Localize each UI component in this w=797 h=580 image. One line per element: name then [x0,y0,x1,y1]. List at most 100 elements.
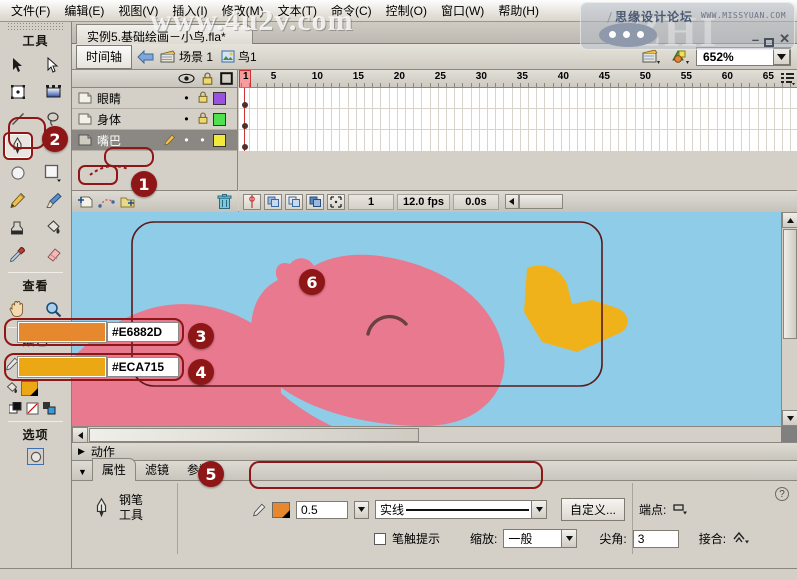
frame-column[interactable] [389,88,390,151]
keyframe-marker[interactable] [242,123,248,129]
frame-column[interactable] [692,88,693,151]
frame-column[interactable] [339,88,340,151]
layer-visibility-dot[interactable]: • [181,112,192,126]
black-white-icon[interactable] [9,402,22,415]
frame-column[interactable] [700,88,701,151]
frame-column[interactable] [438,88,439,151]
tab-filters[interactable]: 滤镜 [136,459,178,480]
layer-lock-dot[interactable]: • [197,133,208,147]
properties-collapse-arrow-icon[interactable]: ▼ [78,467,87,477]
frame-column[interactable] [528,88,529,151]
ink-bottle-tool[interactable] [5,215,31,239]
layer-lock-dot[interactable] [197,112,208,127]
frame-column[interactable] [790,88,791,151]
insert-layer-icon[interactable] [77,195,94,209]
pencil-tool[interactable] [5,188,31,212]
timeline-hscroll[interactable] [505,194,563,209]
menu-window[interactable]: 窗口(W) [434,0,491,22]
frame-column[interactable] [569,88,570,151]
cap-flat-icon[interactable] [672,501,688,518]
menu-help[interactable]: 帮助(H) [491,0,546,22]
frame-column[interactable] [503,88,504,151]
layer-lock-dot[interactable] [197,91,208,106]
frame-column[interactable] [585,88,586,151]
layer-name[interactable]: 眼睛 [97,90,176,107]
layer-outline-color[interactable] [213,92,226,105]
frame-column[interactable] [454,88,455,151]
stage-scroll-down-button[interactable] [782,410,797,426]
stroke-color-hex-field[interactable]: #E6882D [107,322,179,342]
frame-column[interactable] [380,88,381,151]
layer-name[interactable]: 身体 [97,111,176,128]
frame-column[interactable] [733,88,734,151]
gradient-transform-tool[interactable] [40,80,66,104]
close-button[interactable]: ✕ [779,31,790,47]
frame-column[interactable] [348,88,349,151]
free-transform-tool[interactable] [5,80,31,104]
frame-column[interactable] [610,88,611,151]
frame-column[interactable] [446,88,447,151]
frame-column[interactable] [282,88,283,151]
frame-column[interactable] [405,88,406,151]
frame-column[interactable] [356,88,357,151]
stage[interactable] [72,212,781,426]
subselection-tool[interactable] [40,53,66,77]
layer-row[interactable]: 眼睛 • [72,88,237,109]
frame-column[interactable] [626,88,627,151]
frame-column[interactable] [290,88,291,151]
join-miter-icon[interactable] [732,530,750,547]
timeline-toggle-button[interactable]: 时间轴 [76,45,132,69]
eye-icon[interactable] [178,73,195,84]
frame-column[interactable] [577,88,578,151]
frame-column[interactable] [495,88,496,151]
layer-visibility-dot[interactable]: • [181,133,192,147]
stroke-style-caret-icon[interactable] [531,501,546,518]
onion-skin-icon[interactable] [264,194,282,210]
menu-commands[interactable]: 命令(C) [324,0,379,22]
fill-color-swatch[interactable] [21,381,38,396]
swap-colors-icon[interactable] [43,402,56,415]
edit-symbol-icon[interactable] [671,49,689,64]
frame-column[interactable] [561,88,562,151]
frame-column[interactable] [708,88,709,151]
frame-column[interactable] [257,88,258,151]
tab-properties[interactable]: 属性 [92,458,136,481]
frame-column[interactable] [643,88,644,151]
frame-column[interactable] [602,88,603,151]
frame-column[interactable] [421,88,422,151]
frame-column[interactable] [676,88,677,151]
stage-vertical-scrollbar[interactable] [781,212,797,426]
scale-dropdown[interactable]: 一般 [503,529,577,548]
timeline-ruler[interactable]: 15101520253035404550556065 [239,70,797,88]
frame-column[interactable] [635,88,636,151]
bird-artwork[interactable] [72,212,781,426]
frame-column[interactable] [471,88,472,151]
frames-grid[interactable] [239,88,797,151]
add-motion-guide-icon[interactable] [98,195,115,209]
scene-label[interactable]: 场景 1 [179,48,213,65]
eraser-tool[interactable] [40,242,66,266]
hand-tool[interactable] [5,297,31,321]
frame-column[interactable] [749,88,750,151]
tools-panel-grip[interactable] [6,23,65,30]
zoom-dropdown-caret-icon[interactable] [773,48,790,65]
stage-scroll-up-button[interactable] [782,212,797,228]
brush-tool[interactable] [40,188,66,212]
frame-column[interactable] [725,88,726,151]
timeline-scroll-left-button[interactable] [505,194,519,209]
edit-multiple-frames-icon[interactable] [306,194,324,210]
layer-visibility-dot[interactable]: • [181,91,192,105]
current-frame-field[interactable]: 1 [348,194,394,210]
center-frame-icon[interactable] [243,194,261,210]
frame-column[interactable] [307,88,308,151]
insert-layer-folder-icon[interactable] [119,195,136,209]
frame-column[interactable] [298,88,299,151]
frame-column[interactable] [397,88,398,151]
fps-field[interactable]: 12.0 fps [397,194,450,210]
keyframe-marker[interactable] [242,102,248,108]
frame-column[interactable] [512,88,513,151]
selection-tool[interactable] [5,53,31,77]
frame-column[interactable] [249,88,250,151]
frame-column[interactable] [413,88,414,151]
stroke-weight-field[interactable]: 0.5 [296,501,348,519]
